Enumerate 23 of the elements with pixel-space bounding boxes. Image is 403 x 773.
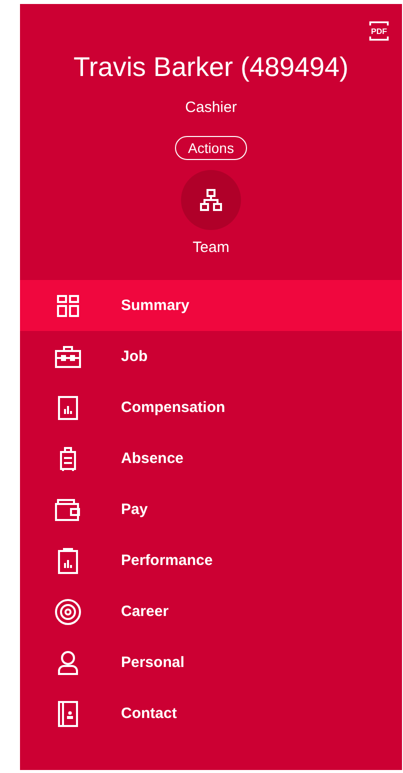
nav-item[interactable]: Job (20, 331, 402, 382)
briefcase-icon (55, 346, 81, 368)
nav-item[interactable]: Contact (20, 688, 402, 739)
nav-item[interactable]: Performance (20, 535, 402, 586)
dashboard-icon (57, 294, 79, 316)
nav-item[interactable]: Career (20, 586, 402, 637)
org-chart-icon (199, 188, 223, 212)
clipboard-chart-icon (58, 548, 78, 574)
target-icon (55, 598, 81, 624)
nav-item[interactable]: Pay (20, 484, 402, 535)
suitcase-icon (59, 446, 77, 472)
actions-button[interactable]: Actions (175, 136, 247, 160)
address-book-icon (58, 700, 78, 726)
wallet-icon (55, 498, 81, 520)
job-title: Cashier (185, 99, 237, 116)
nav-item[interactable]: Compensation (20, 382, 402, 433)
nav-item[interactable]: Personal (20, 637, 402, 688)
nav-item[interactable]: Summary (20, 280, 402, 331)
person-icon (57, 650, 79, 674)
nav-item[interactable]: Absence (20, 433, 402, 484)
pdf-export-button[interactable]: PDF (368, 20, 390, 42)
report-chart-icon (58, 396, 78, 420)
employee-name: Travis Barker (489494) (73, 52, 349, 83)
